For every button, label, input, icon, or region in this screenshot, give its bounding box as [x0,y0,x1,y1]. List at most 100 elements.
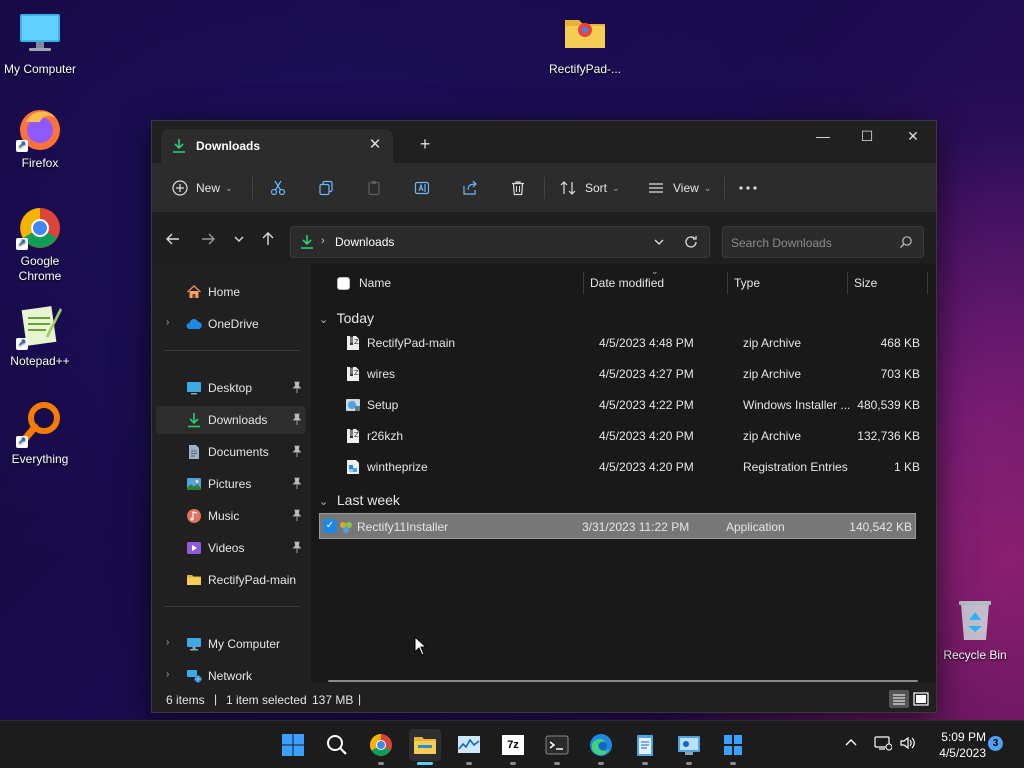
back-arrow-icon[interactable] [162,228,184,250]
column-separator[interactable] [847,272,848,294]
address-dropdown-chevron-icon[interactable] [651,233,667,254]
tab-downloads[interactable]: Downloads ✕ [161,129,393,163]
search-input[interactable] [731,234,891,252]
select-all-checkbox[interactable] [337,264,350,302]
pin-icon[interactable] [292,445,302,457]
desktop-icon-google-chrome[interactable]: ↗ Google Chrome [0,202,80,284]
file-name: r26kzh [367,429,404,443]
horizontal-scrollbar[interactable] [328,680,918,682]
taskbar-terminal[interactable] [541,729,573,765]
address-bar[interactable]: › Downloads [290,226,710,258]
recent-locations-chevron-icon[interactable] [228,228,250,250]
maximize-button[interactable]: ☐ [844,121,890,151]
taskbar-edge[interactable] [585,729,617,765]
taskbar-control-panel[interactable] [673,729,705,765]
sidebar-item-music[interactable]: Music [156,502,306,530]
forward-arrow-icon[interactable] [197,228,219,250]
chevron-down-icon: ⌄ [703,183,712,193]
notification-badge[interactable]: 3 [988,736,1003,751]
show-hidden-icons-chevron-icon[interactable] [843,735,859,754]
group-header-last-week[interactable]: ⌄ Last week [319,492,400,514]
new-button[interactable]: New ⌄ [172,175,233,201]
desktop-icon-my-computer[interactable]: My Computer [0,10,80,77]
view-button[interactable]: View ⌄ [648,175,711,201]
share-button[interactable] [462,175,478,201]
desktop-icon-label: Firefox [21,156,59,170]
pin-icon[interactable] [292,541,302,553]
pin-icon[interactable] [292,509,302,521]
sidebar-item-home[interactable]: Home [156,278,306,306]
desktop-icon-notepadpp[interactable]: ↗ Notepad++ [0,302,80,369]
taskbar-file-explorer[interactable] [409,729,441,765]
file-row[interactable]: Setup 4/5/2023 4:22 PM Windows Installer… [327,392,924,418]
sidebar-item-label: My Computer [208,637,281,651]
column-header-type[interactable]: Type [734,264,760,302]
running-indicator [730,762,736,765]
tiles-view-icon[interactable] [912,690,930,708]
taskbar-notepad[interactable] [629,729,661,765]
view-lines-icon [648,180,664,196]
column-header-name[interactable]: Name [359,264,391,302]
expand-chevron-icon[interactable]: › [166,317,169,328]
sidebar-item-downloads[interactable]: Downloads [156,406,306,434]
sidebar-item-my-computer[interactable]: › My Computer [156,630,306,658]
minimize-button[interactable]: — [800,121,846,151]
sort-button[interactable]: Sort ⌄ [560,175,620,201]
desktop-icon-recycle-bin[interactable]: Recycle Bin [935,596,1015,663]
sidebar-item-documents[interactable]: Documents [156,438,306,466]
more-options-button[interactable] [738,175,758,201]
file-row-selected[interactable]: ✓ Rectify11Installer 3/31/2023 11:22 PM … [319,513,916,539]
desktop-icon-firefox[interactable]: ↗ Firefox [0,104,80,171]
running-indicator [466,762,472,765]
new-tab-plus-icon[interactable]: + [414,133,436,155]
copy-button[interactable] [318,175,334,201]
paste-button[interactable] [366,175,382,201]
file-row[interactable]: Z r26kzh 4/5/2023 4:20 PM zip Archive 13… [327,423,924,449]
expand-chevron-icon[interactable]: › [166,669,169,680]
sidebar-item-rectifypad-main[interactable]: RectifyPad-main [156,566,306,594]
taskbar-7zip[interactable]: 7z [497,729,529,765]
taskbar-chrome[interactable] [365,729,397,765]
pin-icon[interactable] [292,413,302,425]
title-bar[interactable]: Downloads ✕ + — ☐ ✕ [152,121,936,163]
close-tab-icon[interactable]: ✕ [365,135,385,155]
breadcrumb-chevron-icon[interactable]: › [321,235,325,247]
taskbar-resource-monitor[interactable] [453,729,485,765]
sidebar-item-onedrive[interactable]: › OneDrive [156,310,306,338]
column-separator[interactable] [583,272,584,294]
taskbar-windows-app[interactable] [717,729,749,765]
checkmark-icon[interactable]: ✓ [323,519,337,533]
close-window-button[interactable]: ✕ [890,121,936,151]
expand-chevron-icon[interactable]: › [166,637,169,648]
pin-icon[interactable] [292,477,302,489]
zip-archive-icon: Z [345,335,361,351]
details-view-icon[interactable] [889,690,909,708]
breadcrumb-downloads[interactable]: Downloads [335,235,394,249]
refresh-icon[interactable] [683,233,699,254]
search-box[interactable] [722,226,924,258]
file-row[interactable]: Z wires 4/5/2023 4:27 PM zip Archive 703… [327,361,924,387]
column-header-size[interactable]: Size [854,264,877,302]
taskbar-search-button[interactable] [321,729,353,761]
column-separator[interactable] [927,272,928,294]
rename-button[interactable] [414,175,430,201]
desktop-icon-everything[interactable]: ↗ Everything [0,400,80,467]
sidebar-item-desktop[interactable]: Desktop [156,374,306,402]
cut-button[interactable] [270,175,286,201]
network-tray-icon[interactable] [874,735,893,754]
system-clock[interactable]: 5:09 PM 4/5/2023 [928,729,986,761]
up-arrow-icon[interactable] [257,228,279,250]
file-row[interactable]: wintheprize 4/5/2023 4:20 PM Registratio… [327,454,924,480]
sidebar-item-pictures[interactable]: Pictures [156,470,306,498]
sidebar-item-videos[interactable]: Videos [156,534,306,562]
group-header-today[interactable]: ⌄ Today [319,310,374,332]
column-separator[interactable] [727,272,728,294]
desktop-icon-rectifypad-folder[interactable]: RectifyPad-... [545,10,625,77]
pin-icon[interactable] [292,381,302,393]
volume-icon[interactable] [899,735,917,754]
search-icon[interactable] [899,235,913,252]
file-row[interactable]: Z RectifyPad-main 4/5/2023 4:48 PM zip A… [327,330,924,356]
delete-button[interactable] [510,175,526,201]
clipboard-icon [366,180,382,196]
start-button[interactable] [277,729,309,761]
